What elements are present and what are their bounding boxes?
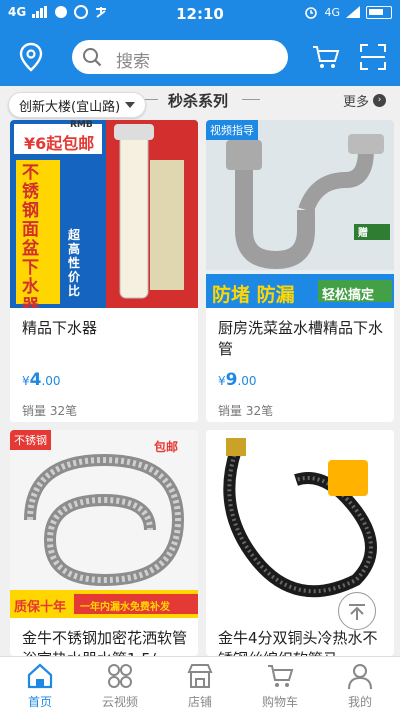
tab-store[interactable]: 店铺 [160, 657, 240, 710]
scan-icon[interactable] [360, 44, 386, 70]
tab-label: 店铺 [187, 695, 212, 709]
free-shipping-text: 包邮 [154, 440, 179, 454]
price-decimals: .00 [41, 374, 61, 388]
search-placeholder: 搜索 [116, 52, 150, 72]
product-price: ¥9.00 [218, 370, 257, 390]
user-icon [348, 664, 372, 690]
bottom-tab-bar: 首页 云视频 店铺 购物车 我的 [0, 656, 400, 710]
search-input[interactable]: 搜索 [72, 40, 288, 74]
promo-price-text: ¥6起包邮 [24, 134, 95, 153]
product-image [206, 430, 394, 618]
status-right: 4G [304, 5, 392, 19]
video-grid-icon [108, 664, 132, 688]
top-bar: 搜索 [0, 28, 400, 86]
tab-label: 购物车 [261, 695, 298, 709]
home-icon [27, 663, 53, 689]
section-title: 秒杀系列 [168, 92, 229, 110]
tab-cloud-video[interactable]: 云视频 [80, 657, 160, 710]
rmb-text: RMB [70, 120, 93, 130]
location-selector[interactable]: 创新大楼(宜山路) [8, 92, 147, 118]
promise-text: 一年内漏水免费补发 [80, 602, 170, 613]
tab-me[interactable]: 我的 [320, 657, 400, 710]
more-link[interactable]: 更多 › [343, 91, 386, 110]
tab-cart[interactable]: 购物车 [240, 657, 320, 710]
divider [242, 99, 260, 100]
search-icon [83, 48, 102, 67]
side-promo-text: 超高性价比 [68, 228, 81, 298]
product-name: 厨房洗菜盆水槽精品下水管 [218, 319, 384, 358]
sales-count: 销量 32笔 [22, 404, 78, 418]
tab-label: 首页 [27, 695, 52, 709]
currency: ¥ [22, 374, 30, 388]
location-label: 创新大楼(宜山路) [19, 99, 121, 115]
promo-text: 防堵 防漏 [212, 284, 295, 306]
location-pin-icon[interactable] [14, 40, 48, 74]
sales-count: 销量 32笔 [218, 404, 274, 418]
product-card[interactable]: ¥6起包邮 RMB 不锈钢面盆下水器 超高性价比 精品下水器 ¥4.00 销量 … [10, 120, 198, 422]
dropdown-arrow-icon [125, 102, 136, 108]
tab-label: 我的 [347, 695, 372, 709]
product-card[interactable]: 视频指导 防堵 防漏 轻松搞定 赠 厨房洗菜盆水槽精品下水管 ¥9.00 销量 … [206, 120, 394, 422]
product-price: ¥4.00 [22, 370, 61, 390]
network-label: 4G [324, 5, 340, 19]
product-name: 精品下水器 [22, 319, 98, 337]
product-image: 视频指导 防堵 防漏 轻松搞定 赠 [206, 120, 394, 308]
product-name: 金牛4分双铜头冷热水不锈钢丝编织软管马... [218, 629, 378, 656]
product-image: 不锈钢 包邮 质保十年 一年内漏水免费补发 [10, 430, 198, 618]
currency: ¥ [218, 374, 226, 388]
store-icon [187, 664, 213, 688]
tab-label: 云视频 [101, 695, 138, 709]
cart-icon [268, 665, 294, 687]
battery-icon [366, 5, 392, 19]
promo-subtext: 轻松搞定 [322, 288, 375, 303]
price-decimals: .00 [237, 374, 257, 388]
more-label: 更多 [342, 95, 369, 110]
price-integer: 9 [225, 370, 238, 390]
gift-tag: 赠 [358, 228, 368, 239]
warranty-text: 质保十年 [14, 600, 67, 615]
tab-home[interactable]: 首页 [0, 657, 80, 710]
alarm-icon [305, 7, 318, 19]
back-to-top-button[interactable] [338, 592, 376, 630]
video-guide-tag: 视频指导 [206, 120, 258, 140]
product-image: ¥6起包邮 RMB 不锈钢面盆下水器 超高性价比 [10, 120, 198, 308]
cart-icon[interactable] [312, 44, 340, 70]
chevron-right-icon: › [373, 94, 386, 107]
shower-hose-illustration [10, 430, 198, 618]
cell-signal-icon [346, 6, 360, 18]
product-card[interactable]: 不锈钢 包邮 质保十年 一年内漏水免费补发 金牛不锈钢加密花洒软管浴室热水器水管… [10, 430, 198, 656]
vertical-promo-text: 不锈钢面盆下水器 [22, 163, 39, 309]
stainless-tag: 不锈钢 [10, 430, 51, 450]
price-integer: 4 [29, 370, 42, 390]
braided-hose-illustration [223, 438, 377, 598]
arrow-up-icon [349, 604, 365, 620]
product-name: 金牛不锈钢加密花洒软管浴室热水器水管1.5/... [22, 629, 188, 656]
status-bar: 4G 12:10 4G [0, 0, 400, 28]
